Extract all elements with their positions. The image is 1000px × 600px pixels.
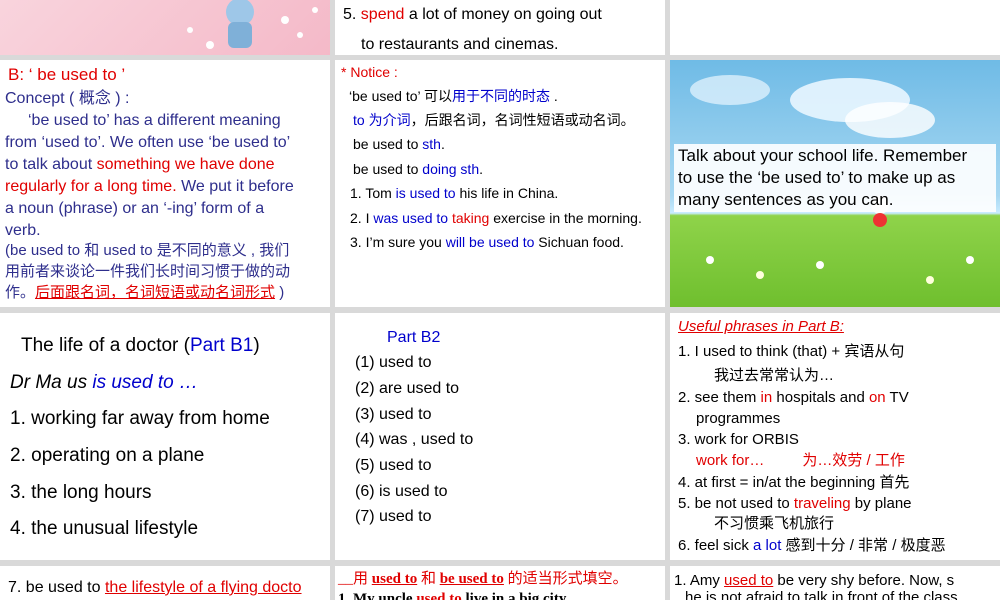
- bottom-middle-cell: __用 used to 和 be used to 的适当形式填空。 1. My …: [335, 566, 665, 600]
- notice-line: be used to doing sth.: [353, 161, 483, 177]
- concept-label: Concept ( 概念 ) :: [5, 90, 130, 107]
- talk-picture-cell: Talk about your school life. Remember to…: [670, 60, 1000, 307]
- answer-item: (5) used to: [355, 457, 432, 474]
- sentence-7: 7. be used to the lifestyle of a flying …: [8, 579, 302, 596]
- phrases-cell: Useful phrases in Part B: 1. I used to t…: [670, 313, 1000, 560]
- exercise-sentence: he is not afraid to talk in front of the…: [685, 589, 958, 600]
- answer-item: (6) is used to: [355, 483, 448, 500]
- phrase-item: work for… 为…效劳 / 工作: [696, 452, 905, 469]
- sentence-5: 5. spend a lot of money on going out: [343, 6, 602, 23]
- notice-line: ‘be used to’ 可以用于不同的时态 .: [349, 88, 558, 104]
- phrase-item: 2. see them in hospitals and on TV: [678, 389, 909, 406]
- example-sentence: 1. Tom is used to his life in China.: [350, 185, 559, 201]
- concept-text: to talk about something we have done: [5, 156, 275, 173]
- doctor-title: The life of a doctor (Part B1): [21, 335, 260, 356]
- concept-cell: B: ‘ be used to ’ Concept ( 概念 ) : ‘be u…: [0, 60, 330, 307]
- bottom-right-cell: 1. Amy used to be very shy before. Now, …: [670, 566, 1000, 600]
- talk-line: many sentences as you can.: [678, 190, 894, 209]
- concept-chinese: 作。后面跟名词，名词短语或动名词形式 ): [5, 284, 285, 301]
- phrase-item: 3. work for ORBIS: [678, 431, 799, 448]
- concept-text: a noun (phrase) or an ‘-ing’ form of a: [5, 200, 265, 217]
- phrase-item: 4. at first = in/at the beginning 首先: [678, 474, 910, 491]
- doctor-cell: The life of a doctor (Part B1) Dr Ma us …: [0, 313, 330, 560]
- doctor-item: 2. operating on a plane: [10, 445, 205, 466]
- exercise-sentence: 1. My uncle used to live in a big city: [338, 591, 567, 600]
- concept-text: regularly for a long time. We put it bef…: [5, 178, 294, 195]
- concept-chinese: 用前者来谈论一件我们长时间习惯于做的动: [5, 263, 291, 280]
- phrase-item: 1. I used to think (that) + 宾语从句: [678, 343, 905, 360]
- sentence-5-cont: to restaurants and cinemas.: [361, 36, 559, 53]
- example-sentence: 2. I was used to taking exercise in the …: [350, 210, 642, 226]
- phrase-item: 不习惯乘飞机旅行: [714, 515, 835, 532]
- answer-item: (3) used to: [355, 406, 432, 423]
- answer-item: (7) used to: [355, 508, 432, 525]
- answer-item: (2) are used to: [355, 380, 460, 397]
- partb2-title: Part B2: [387, 329, 441, 346]
- doctor-item: 1. working far away from home: [10, 408, 270, 429]
- doctor-item: 3. the long hours: [10, 482, 152, 503]
- talk-line: Talk about your school life. Remember: [678, 146, 968, 165]
- phrase-item: programmes: [696, 410, 781, 427]
- concept-chinese: (be used to 和 used to 是不同的意义 , 我们: [5, 242, 290, 259]
- concept-text: from ‘used to’. We often use ‘be used to…: [5, 134, 291, 151]
- talk-line: to use the ‘be used to’ to make up as: [678, 168, 956, 187]
- phrase-item: 5. be not used to traveling by plane: [678, 495, 912, 512]
- top-left-picture: [0, 0, 330, 55]
- phrase-item: 我过去常常认为…: [714, 367, 835, 384]
- phrases-title: Useful phrases in Part B:: [678, 318, 844, 335]
- answer-item: (1) used to: [355, 354, 432, 371]
- doctor-subtitle: Dr Ma us is used to …: [10, 372, 198, 393]
- phrase-item: 6. feel sick a lot 感到十分 / 非常 / 极度恶: [678, 537, 946, 554]
- doctor-item: 4. the unusual lifestyle: [10, 518, 199, 539]
- partb2-cell: Part B2 (1) used to (2) are used to (3) …: [335, 313, 665, 560]
- notice-title: * Notice :: [341, 64, 398, 80]
- notice-line: to 为介词，后跟名词，名词性短语或动名词。: [353, 112, 635, 128]
- notice-line: be used to sth.: [353, 136, 445, 152]
- talk-instruction: Talk about your school life. Remember to…: [674, 144, 996, 212]
- answer-item: (4) was , used to: [355, 431, 474, 448]
- top-right-cell: [670, 0, 1000, 55]
- example-sentence: 3. I’m sure you will be used to Sichuan …: [350, 234, 624, 250]
- concept-text: verb.: [5, 222, 41, 239]
- bottom-left-cell: 7. be used to the lifestyle of a flying …: [0, 566, 330, 600]
- section-heading: B: ‘ be used to ’: [8, 65, 126, 84]
- exercise-instruction: __用 used to 和 be used to 的适当形式填空。: [338, 571, 628, 587]
- concept-text: ‘be used to’ has a different meaning: [28, 112, 281, 129]
- top-middle-cell: 5. spend a lot of money on going out to …: [335, 0, 665, 55]
- notice-cell: * Notice : ‘be used to’ 可以用于不同的时态 . to 为…: [335, 60, 665, 307]
- cartoon-decoration-icon: [187, 0, 318, 49]
